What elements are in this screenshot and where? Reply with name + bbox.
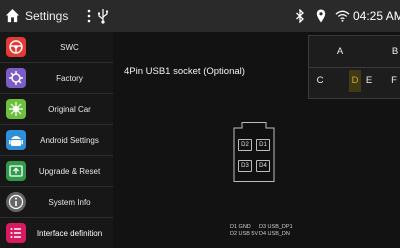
divider [309, 67, 400, 68]
letter-tab-f[interactable]: F [388, 75, 400, 86]
sidebar-item-label: System Info [48, 198, 91, 207]
legend-line: D3 USB_DP1 [259, 224, 293, 230]
upgrade-icon [6, 161, 26, 181]
pin-legend-right: D3 USB_DP1 D4 USB_DN [259, 224, 293, 238]
pin-d3: D3 [238, 160, 252, 172]
main-panel: 4Pin USB1 socket (Optional) A B C D E F … [113, 32, 400, 248]
pin-d4: D4 [256, 160, 270, 172]
sidebar-item-label: SWC [60, 43, 79, 52]
more-vert-icon[interactable] [86, 8, 92, 24]
factory-icon [6, 68, 26, 88]
sidebar-item-factory[interactable]: Factory [0, 63, 113, 94]
original-car-icon [6, 99, 26, 119]
sidebar-item-swc[interactable]: SWC [0, 32, 113, 63]
info-icon [6, 192, 26, 212]
sidebar-item-label: Interface definition [36, 229, 103, 238]
home-icon[interactable] [5, 8, 20, 23]
bluetooth-icon [296, 9, 304, 23]
connector-letter-selector: A B C D E F [308, 35, 400, 99]
pin-d2: D2 [238, 139, 252, 151]
sidebar-item-system-info[interactable]: System Info [0, 187, 113, 218]
sidebar: SWC Factory Original Car Android Setting… [0, 32, 113, 248]
page-title: Settings [25, 9, 69, 23]
section-heading: 4Pin USB1 socket (Optional) [124, 66, 245, 77]
usb-icon [98, 9, 109, 24]
sidebar-item-label: Android Settings [40, 136, 99, 145]
legend-line: D1 GND [230, 224, 251, 230]
list-icon [6, 223, 26, 243]
letter-tab-a[interactable]: A [334, 46, 346, 57]
sidebar-item-original-car[interactable]: Original Car [0, 94, 113, 125]
legend-line: D4 USB_DN [259, 231, 290, 237]
wifi-icon [335, 10, 350, 22]
sidebar-item-label: Original Car [48, 105, 91, 114]
pin-d1: D1 [256, 139, 270, 151]
clock: 04:25 AM [353, 9, 400, 23]
sidebar-item-interface-definition[interactable]: Interface definition [0, 218, 113, 248]
sidebar-item-android-settings[interactable]: Android Settings [0, 125, 113, 156]
letter-tab-e[interactable]: E [363, 75, 375, 86]
pin-legend-left: D1 GND D2 USB 5V [230, 224, 258, 238]
letter-tab-d[interactable]: D [349, 70, 361, 92]
connector-outline [233, 122, 275, 182]
location-icon [316, 9, 326, 23]
android-icon [6, 130, 26, 150]
letter-tab-b[interactable]: B [389, 46, 400, 57]
legend-line: D2 USB 5V [230, 231, 259, 237]
usb-connector-diagram: D2 D1 D3 D4 [228, 122, 280, 182]
status-bar: Settings 04:25 AM [0, 0, 400, 32]
sidebar-item-label: Factory [56, 74, 83, 83]
steering-wheel-icon [6, 37, 26, 57]
sidebar-item-upgrade-reset[interactable]: Upgrade & Reset [0, 156, 113, 187]
letter-tab-c[interactable]: C [314, 75, 326, 86]
sidebar-item-label: Upgrade & Reset [38, 167, 101, 176]
